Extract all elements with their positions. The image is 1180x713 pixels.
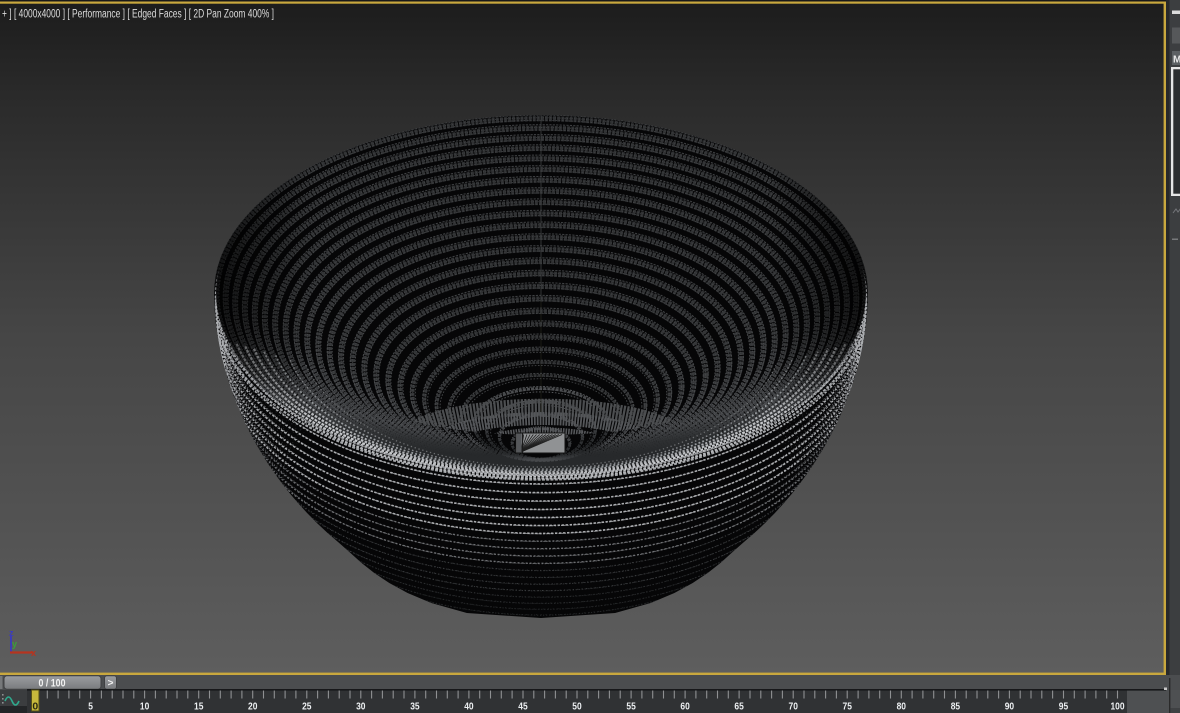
svg-text:25: 25	[302, 701, 312, 713]
svg-text:40: 40	[464, 701, 474, 713]
svg-text:90: 90	[1005, 701, 1015, 713]
svg-text:0 / 100: 0 / 100	[39, 678, 66, 690]
svg-text:x: x	[31, 648, 36, 658]
svg-text:65: 65	[734, 701, 744, 713]
svg-text:0: 0	[32, 701, 38, 713]
svg-text:30: 30	[356, 701, 366, 713]
svg-text:M: M	[1173, 55, 1180, 66]
svg-text:35: 35	[410, 701, 420, 713]
svg-text:95: 95	[1059, 701, 1069, 713]
svg-text:z: z	[9, 628, 14, 638]
svg-text:45: 45	[518, 701, 528, 713]
svg-text:100: 100	[1110, 701, 1124, 713]
svg-text:20: 20	[248, 701, 258, 713]
svg-text:55: 55	[626, 701, 636, 713]
svg-text:70: 70	[789, 701, 799, 713]
svg-text:+ ] [ 4000x4000 ] [ Performanc: + ] [ 4000x4000 ] [ Performance ] [ Edge…	[2, 9, 274, 21]
svg-text:10: 10	[140, 701, 150, 713]
svg-text:>: >	[108, 678, 114, 689]
svg-text:75: 75	[843, 701, 853, 713]
svg-text:y: y	[12, 639, 17, 649]
svg-text:15: 15	[194, 701, 204, 713]
svg-text:50: 50	[572, 701, 582, 713]
svg-text:60: 60	[680, 701, 690, 713]
svg-text:5: 5	[88, 701, 93, 713]
svg-text:80: 80	[897, 701, 907, 713]
svg-text:85: 85	[951, 701, 961, 713]
